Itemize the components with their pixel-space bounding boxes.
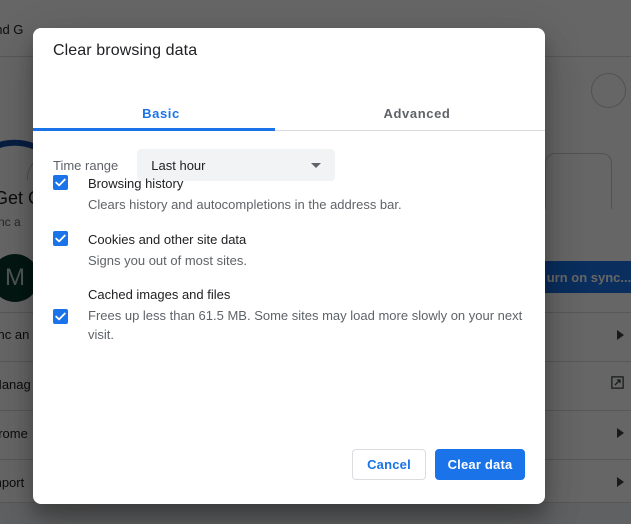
option-text: Browsing history Clears history and auto… xyxy=(88,175,525,214)
option-text: Cached images and files Frees up less th… xyxy=(88,286,525,344)
option-text: Cookies and other site data Signs you ou… xyxy=(88,231,525,270)
option-description: Clears history and autocompletions in th… xyxy=(88,197,402,212)
dialog-footer: Cancel Clear data xyxy=(33,438,545,504)
option-title: Cached images and files xyxy=(88,287,231,302)
checkbox-cookies[interactable] xyxy=(53,231,68,246)
clear-browsing-data-dialog: Clear browsing data Basic Advanced Time … xyxy=(33,28,545,504)
time-range-label: Time range xyxy=(53,157,119,173)
option-row-cached-images[interactable]: Cached images and files Frees up less th… xyxy=(53,286,525,344)
clear-data-button[interactable]: Clear data xyxy=(435,449,525,480)
time-range-selected-value: Last hour xyxy=(151,157,206,173)
active-tab-indicator xyxy=(33,128,275,131)
chevron-down-icon xyxy=(311,163,322,168)
option-description: Signs you out of most sites. xyxy=(88,253,247,268)
option-row-cookies[interactable]: Cookies and other site data Signs you ou… xyxy=(53,231,525,270)
checkmark-icon xyxy=(55,178,66,187)
option-title: Browsing history xyxy=(88,176,184,191)
option-row-browsing-history[interactable]: Browsing history Clears history and auto… xyxy=(53,175,525,214)
tab-advanced[interactable]: Advanced xyxy=(289,96,545,131)
tab-basic[interactable]: Basic xyxy=(33,96,289,131)
checkbox-browsing-history[interactable] xyxy=(53,175,68,190)
cancel-button[interactable]: Cancel xyxy=(352,449,426,480)
checkmark-icon xyxy=(55,234,66,243)
option-description: Frees up less than 61.5 MB. Some sites m… xyxy=(88,308,523,342)
option-title: Cookies and other site data xyxy=(88,232,247,247)
checkbox-cached-images[interactable] xyxy=(53,309,68,324)
dialog-title: Clear browsing data xyxy=(53,42,198,59)
checkmark-icon xyxy=(55,312,66,321)
dialog-tabs: Basic Advanced xyxy=(33,96,545,131)
